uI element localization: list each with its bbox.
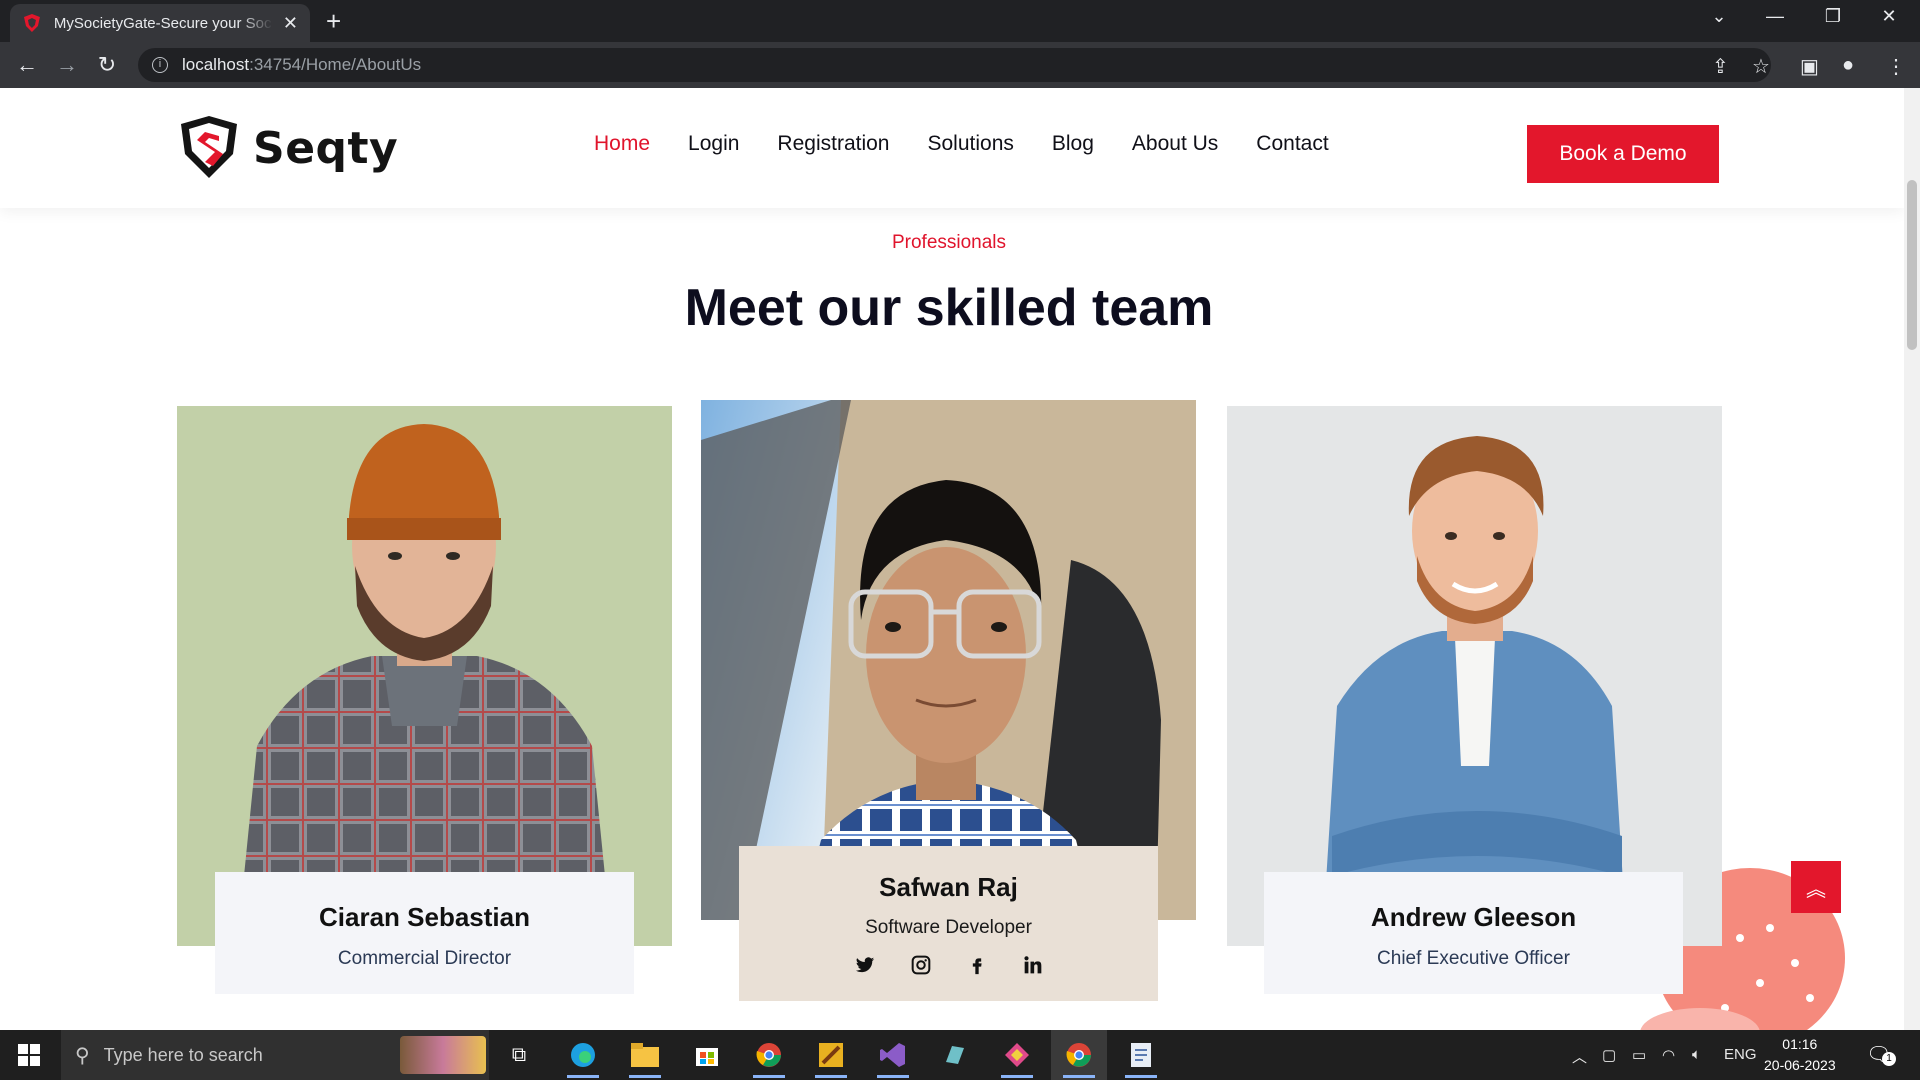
browser-tab[interactable]: MySocietyGate-Secure your Society ✕ [10, 4, 310, 42]
nav-home[interactable]: Home [594, 132, 650, 156]
member-role: Software Developer [865, 917, 1032, 938]
visual-studio-icon[interactable] [865, 1030, 921, 1080]
store-icon[interactable] [679, 1030, 735, 1080]
nav-solutions[interactable]: Solutions [927, 132, 1013, 156]
team-card-andrew: Andrew Gleeson Chief Executive Officer [1264, 872, 1683, 994]
main-nav: Home Login Registration Solutions Blog A… [594, 132, 1329, 156]
linkedin-icon[interactable] [1023, 955, 1043, 975]
tools-app-icon[interactable] [803, 1030, 859, 1080]
bookmark-star-icon[interactable]: ☆ [1752, 54, 1770, 79]
book-demo-button[interactable]: Book a Demo [1527, 125, 1719, 183]
file-explorer-icon[interactable] [617, 1030, 673, 1080]
restore-icon[interactable]: ❐ [1810, 6, 1856, 27]
menu-dots-icon[interactable]: ⋮ [1886, 54, 1906, 79]
section-eyebrow: Professionals [891, 232, 1007, 253]
app-icon-colorful[interactable] [989, 1030, 1045, 1080]
member-role: Chief Executive Officer [1377, 948, 1570, 969]
shield-logo-icon [181, 116, 237, 178]
instagram-icon[interactable] [911, 955, 931, 975]
search-highlight-image [400, 1036, 486, 1074]
site-header: Seqty Home Login Registration Solutions … [0, 88, 1904, 208]
clock-date: 20-06-2023 [1764, 1057, 1836, 1073]
double-chevron-up-icon: ︽ [1806, 878, 1826, 901]
wifi-icon[interactable]: ◠ [1662, 1046, 1675, 1064]
language-indicator[interactable]: ENG [1724, 1046, 1757, 1063]
twitter-icon[interactable] [855, 955, 875, 975]
section-title: Meet our skilled team [684, 279, 1214, 337]
tab-close-icon[interactable]: ✕ [283, 13, 298, 34]
social-links [739, 955, 1158, 975]
windows-start-icon[interactable] [18, 1044, 40, 1066]
volume-icon[interactable]: 🔈︎ [1692, 1046, 1701, 1063]
team-card-safwan: Safwan Raj Software Developer [739, 846, 1158, 1001]
share-icon[interactable]: ⇪ [1712, 54, 1729, 79]
notification-badge: 1 [1882, 1052, 1896, 1066]
member-name: Ciaran Sebastian [319, 902, 530, 932]
team-card-ciaran: Ciaran Sebastian Commercial Director [215, 872, 634, 994]
site-shield-icon [23, 14, 40, 32]
minimize-icon[interactable]: — [1752, 6, 1798, 27]
page-viewport: Seqty Home Login Registration Solutions … [0, 88, 1904, 1030]
task-view-icon[interactable]: ⧉ [491, 1030, 547, 1080]
browser-toolbar: ← → ↻ i localhost:34754/Home/AboutUs ⇪ ☆… [0, 42, 1920, 88]
team-photo-andrew [1227, 406, 1722, 946]
windows-taskbar: ⚲ Type here to search ⧉ ︿ ▢ ▭ ◠ 🔈︎ ENG 0… [0, 1030, 1920, 1080]
search-placeholder: Type here to search [103, 1044, 263, 1065]
brand-name: Seqty [253, 122, 399, 174]
url-host: localhost [182, 55, 250, 74]
notification-center[interactable]: 🗨︎ 1 [1866, 1042, 1896, 1068]
nav-about-us[interactable]: About Us [1132, 132, 1218, 156]
clock-time: 01:16 [1782, 1036, 1818, 1052]
nav-registration[interactable]: Registration [777, 132, 889, 156]
forward-icon[interactable]: → [53, 52, 81, 80]
url-path: :34754/Home/AboutUs [249, 55, 422, 74]
notepad-icon[interactable] [1113, 1030, 1169, 1080]
nav-login[interactable]: Login [688, 132, 739, 156]
page-scrollbar[interactable] [1904, 88, 1920, 1030]
team-photo-ciaran [177, 406, 672, 946]
nav-contact[interactable]: Contact [1256, 132, 1328, 156]
meet-now-icon[interactable]: ▢ [1602, 1046, 1616, 1064]
site-info-icon[interactable]: i [152, 57, 168, 73]
tray-chevron-icon[interactable]: ︿ [1572, 1046, 1587, 1067]
search-icon: ⚲ [75, 1044, 90, 1067]
member-name: Andrew Gleeson [1370, 902, 1577, 932]
team-photo-safwan [701, 400, 1196, 920]
tab-search-icon[interactable]: ⌄ [1696, 6, 1742, 27]
system-clock[interactable]: 01:16 20-06-2023 [1764, 1034, 1836, 1076]
chrome-active-icon[interactable] [1051, 1030, 1107, 1080]
new-tab-icon[interactable]: + [326, 8, 341, 34]
profile-icon[interactable]: ● [1842, 54, 1854, 77]
member-name: Safwan Raj [879, 872, 1018, 902]
member-role: Commercial Director [337, 948, 512, 969]
back-icon[interactable]: ← [13, 52, 41, 80]
edge-icon[interactable] [555, 1030, 611, 1080]
nav-blog[interactable]: Blog [1052, 132, 1094, 156]
battery-icon[interactable]: ▭ [1632, 1046, 1646, 1064]
facebook-icon[interactable] [967, 955, 987, 975]
scrollbar-thumb[interactable] [1907, 180, 1917, 350]
site-logo[interactable]: Seqty [175, 114, 398, 182]
reload-icon[interactable]: ↻ [93, 52, 121, 80]
side-panel-icon[interactable]: ▣ [1800, 54, 1819, 79]
address-bar[interactable]: i localhost:34754/Home/AboutUs [138, 48, 1771, 82]
browser-tab-bar: MySocietyGate-Secure your Society ✕ + ⌄ … [0, 0, 1920, 42]
chrome-icon[interactable] [741, 1030, 797, 1080]
close-window-icon[interactable]: ✕ [1866, 6, 1912, 27]
app-icon-crystal[interactable] [927, 1030, 983, 1080]
tab-title: MySocietyGate-Secure your Society [53, 14, 273, 32]
scroll-to-top-button[interactable]: ︽ [1791, 861, 1841, 913]
